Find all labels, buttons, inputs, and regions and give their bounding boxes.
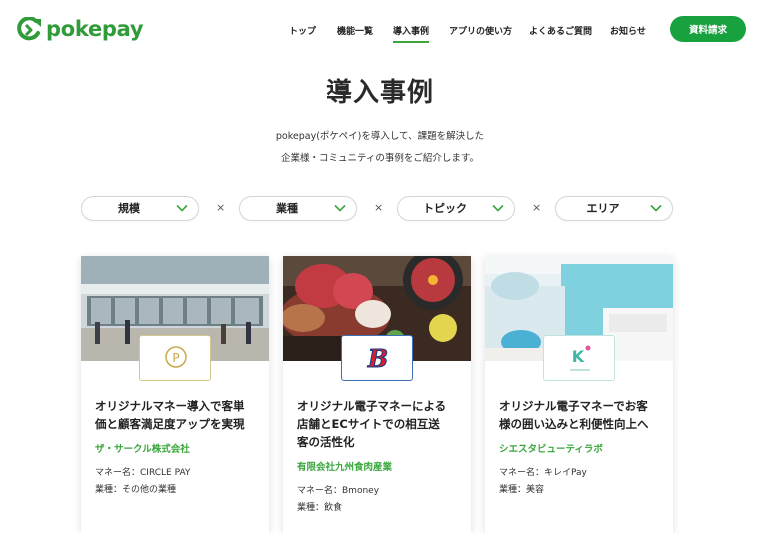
case-title-line: オリジナル電子マネーによる: [297, 399, 447, 413]
bmoney-logo-icon: B: [366, 344, 388, 374]
case-title-line: オリジナル電子マネーでお客: [499, 399, 648, 413]
case-title: オリジナル電子マネーによる 店舗とECサイトでの相互送 客の活性化: [297, 397, 461, 451]
filter-separator: ×: [374, 201, 384, 214]
case-card-kyushu-meat[interactable]: B オリジナル電子マネーによる 店舗とECサイトでの相互送 客の活性化 有限会社…: [283, 256, 471, 533]
nav-item-features[interactable]: 機能一覧: [337, 24, 373, 37]
case-title-line: 様の囲い込みと利便性向上へ: [499, 417, 649, 431]
filter-area-label: エリア: [586, 202, 620, 215]
lead-text-line-1: pokepay(ポケペイ)を導入して、課題を解決した: [275, 131, 485, 142]
circle-pay-logo-icon: P: [165, 346, 187, 368]
circle-pay-logo-mark: P: [172, 351, 179, 365]
circle-pay-logo: P: [139, 335, 211, 381]
bmoney-logo: B: [341, 335, 413, 381]
brand-logo[interactable]: pokepay: [16, 17, 144, 41]
case-title: オリジナルマネー導入で客単 価と顧客満足度アップを実現: [95, 397, 259, 433]
company-name: シエスタビューティラボ: [499, 444, 603, 455]
case-title: オリジナル電子マネーでお客 様の囲い込みと利便性向上へ: [499, 397, 663, 433]
money-name: マネー名：キレイPay: [499, 468, 587, 478]
filter-industry-label: 業種: [276, 202, 298, 215]
nav-item-news[interactable]: お知らせ: [610, 24, 646, 37]
money-name: マネー名：Bmoney: [297, 486, 380, 496]
nav-item-faq[interactable]: よくあるご質問: [529, 24, 592, 37]
bmoney-logo-mark: B: [367, 344, 388, 373]
nav-item-top[interactable]: トップ: [289, 24, 316, 37]
page-title: 導入事例: [325, 78, 434, 108]
money-name: マネー名：CIRCLE PAY: [95, 468, 191, 478]
pokepay-logo-icon: [17, 17, 41, 41]
filter-area-select[interactable]: エリア: [555, 196, 673, 221]
company-name: ザ・サークル株式会社: [95, 444, 190, 455]
chevron-down-icon: [492, 204, 504, 212]
chevron-down-icon: [650, 204, 662, 212]
case-card-siesta-beauty[interactable]: K オリジナル電子マネーでお客 様の囲い込みと利便性向上へ シエスタビューティラ…: [485, 256, 673, 533]
filter-separator: ×: [532, 201, 542, 214]
filter-scale-select[interactable]: 規模: [81, 196, 199, 221]
filter-industry-select[interactable]: 業種: [239, 196, 357, 221]
case-title-line: オリジナルマネー導入で客単: [95, 399, 245, 413]
chevron-down-icon: [176, 204, 188, 212]
industry-name: 業種：その他の業種: [95, 485, 177, 495]
kirei-pay-logo-icon: K: [570, 345, 591, 371]
industry-name: 業種：飲食: [297, 503, 343, 513]
site-header: pokepay トップ 機能一覧 導入事例 アプリの使い方 よくあるご質問 お知…: [0, 0, 760, 60]
case-title-line: 店舗とECサイトでの相互送: [297, 417, 440, 431]
lead-text-line-2: 企業様・コミュニティの事例をご紹介します。: [281, 153, 479, 164]
kirei-pay-logo: K: [543, 335, 615, 381]
case-title-line: 客の活性化: [297, 435, 355, 449]
filter-separator: ×: [216, 201, 226, 214]
nav-item-app-usage[interactable]: アプリの使い方: [449, 24, 512, 37]
request-materials-button[interactable]: 資料請求: [670, 16, 746, 42]
chevron-down-icon: [334, 204, 346, 212]
filter-scale-label: 規模: [118, 202, 140, 215]
filter-topic-select[interactable]: トピック: [397, 196, 515, 221]
case-title-line: 価と顧客満足度アップを実現: [95, 417, 245, 431]
company-name: 有限会社九州食肉産業: [297, 462, 393, 473]
industry-name: 業種：美容: [499, 485, 545, 495]
kirei-pay-logo-mark: K: [572, 347, 585, 366]
case-card-circle[interactable]: P オリジナルマネー導入で客単 価と顧客満足度アップを実現 ザ・サークル株式会社…: [81, 256, 269, 533]
nav-item-case-studies[interactable]: 導入事例: [393, 24, 430, 43]
filter-topic-label: トピック: [423, 202, 467, 215]
brand-name: pokepay: [46, 17, 144, 41]
